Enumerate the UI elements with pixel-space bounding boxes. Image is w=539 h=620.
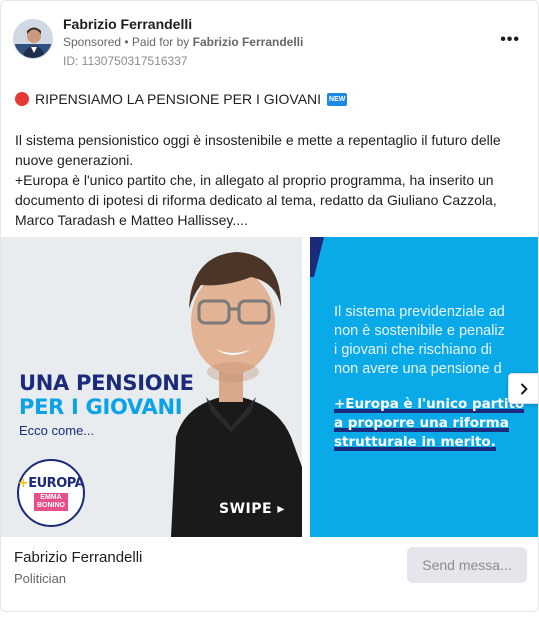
post-body: Il sistema pensionistico oggi è insosten… xyxy=(15,130,520,230)
post-header: Fabrizio Ferrandelli Sponsored • Paid fo… xyxy=(13,13,526,73)
slide2-line-3: i giovani che rischiano di xyxy=(334,342,492,358)
image-carousel[interactable]: UNA PENSIONE PER I GIOVANI Ecco come... … xyxy=(1,237,538,537)
profile-photo-icon xyxy=(14,20,52,58)
slide2-line-2: non è sostenibile e penaliz xyxy=(334,323,505,339)
footer-page-category: Politician xyxy=(14,571,67,586)
logo-wordmark: +EUROPA xyxy=(17,475,85,491)
slide2-strong-3: strutturale in merito. xyxy=(334,434,496,451)
sponsored-line: Sponsored • Paid for by Fabrizio Ferrand… xyxy=(63,35,303,49)
send-message-button[interactable]: Send messa... xyxy=(407,547,527,583)
paid-for-prefix: • Paid for by xyxy=(124,35,190,49)
europa-logo: +EUROPA EMMA BONINO xyxy=(17,459,85,527)
post-author-name[interactable]: Fabrizio Ferrandelli xyxy=(63,16,192,32)
slide-subtitle: Ecco come... xyxy=(19,423,95,438)
post-paragraph-1: Il sistema pensionistico oggi è insosten… xyxy=(15,132,501,168)
swipe-label: SWIPE ▸ xyxy=(219,501,285,517)
sponsored-label: Sponsored xyxy=(63,35,122,49)
carousel-slide-2[interactable]: Il sistema previdenziale ad non è sosten… xyxy=(310,237,538,537)
carousel-next-button[interactable] xyxy=(508,373,538,404)
sponsored-post-card: Fabrizio Ferrandelli Sponsored • Paid fo… xyxy=(0,0,539,612)
post-paragraph-2: +Europa è l'unico partito che, in allega… xyxy=(15,172,497,228)
logo-subtitle: EMMA BONINO xyxy=(34,492,68,511)
slide-title-line-2: PER I GIOVANI xyxy=(19,395,183,419)
chevron-right-icon xyxy=(520,383,527,394)
slide2-body: Il sistema previdenziale ad non è sosten… xyxy=(334,303,538,379)
headline-text: RIPENSIAMO LA PENSIONE PER I GIOVANI xyxy=(35,91,322,107)
slide2-strong-1: +Europa è l'unico partito xyxy=(334,396,525,413)
ad-id: ID: 1130750317516337 xyxy=(63,54,188,68)
slide2-strong-2: a proporre una riforma xyxy=(334,415,509,432)
slide-title-line-1: UNA PENSIONE xyxy=(19,371,194,395)
slide-edge-decoration xyxy=(310,237,324,277)
paid-for-by-name: Fabrizio Ferrandelli xyxy=(192,35,304,49)
slide2-highlight: +Europa è l'unico partito a proporre una… xyxy=(334,395,538,452)
avatar[interactable] xyxy=(13,19,53,59)
red-circle-icon xyxy=(15,92,29,106)
footer-page-name[interactable]: Fabrizio Ferrandelli xyxy=(14,549,142,566)
more-options-icon[interactable]: ••• xyxy=(500,31,520,49)
carousel-slide-1[interactable]: UNA PENSIONE PER I GIOVANI Ecco come... … xyxy=(1,237,302,537)
new-badge-icon: NEW xyxy=(327,92,348,106)
slide-title: UNA PENSIONE PER I GIOVANI xyxy=(19,371,194,419)
post-headline: RIPENSIAMO LA PENSIONE PER I GIOVANI NEW xyxy=(15,91,348,107)
slide2-line-1: Il sistema previdenziale ad xyxy=(334,304,505,320)
